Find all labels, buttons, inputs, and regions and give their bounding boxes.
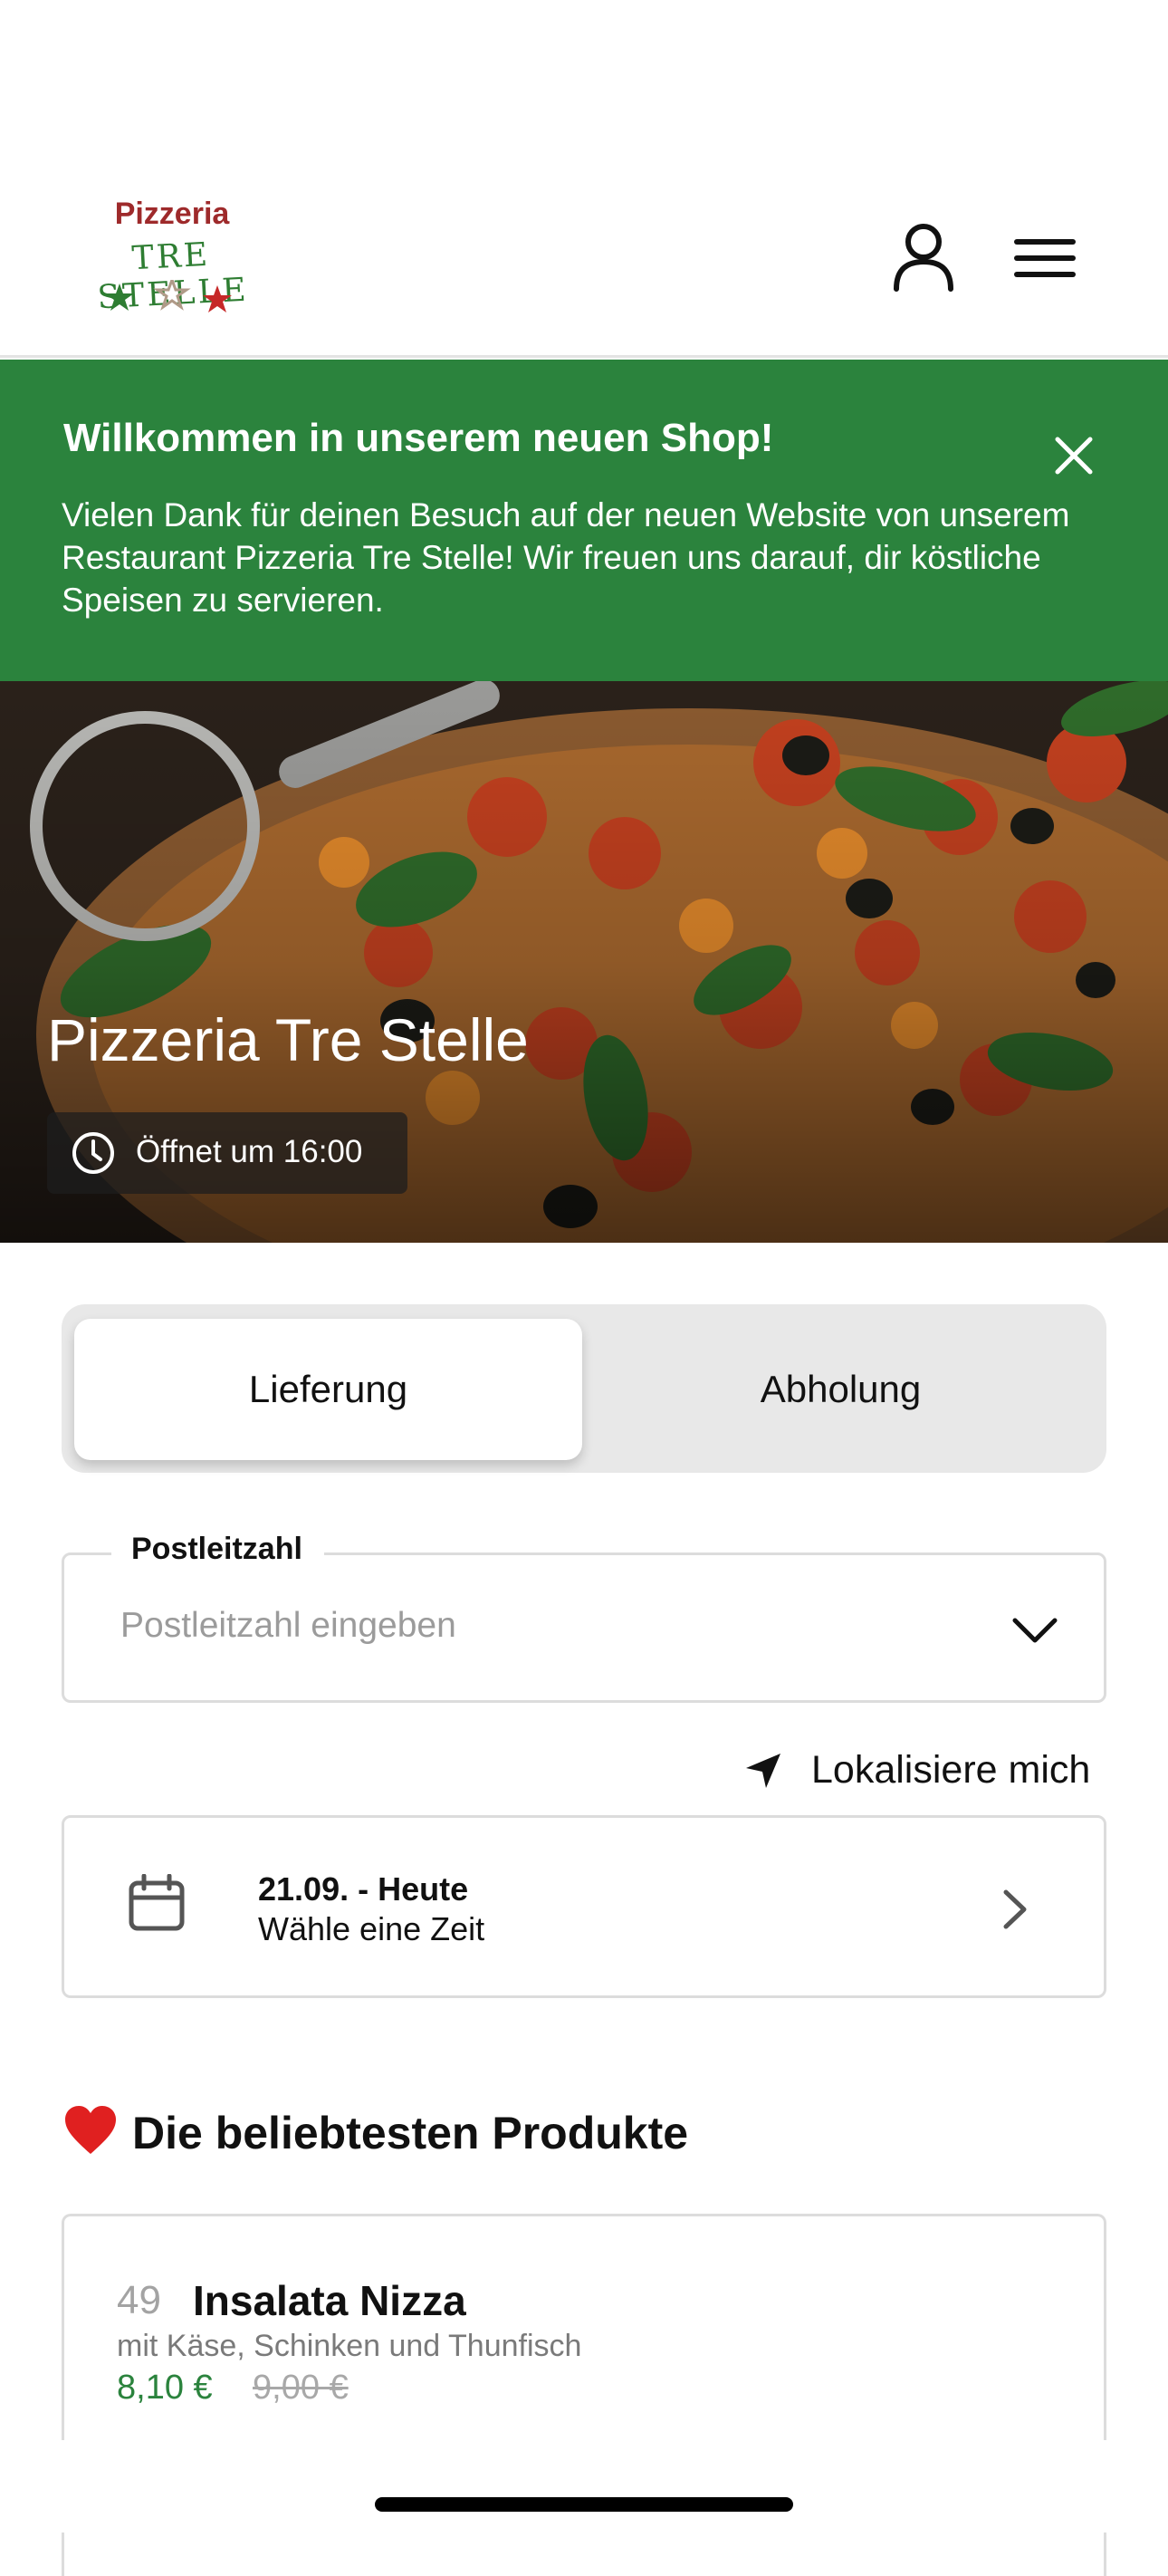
product-number: 49 bbox=[117, 2278, 161, 2322]
account-button[interactable] bbox=[887, 222, 960, 294]
clock-icon bbox=[72, 1132, 114, 1174]
pickup-option[interactable]: Abholung bbox=[587, 1319, 1095, 1460]
close-icon bbox=[1055, 437, 1093, 475]
user-icon bbox=[894, 224, 953, 292]
welcome-banner: Willkommen in unserem neuen Shop! Vielen… bbox=[0, 360, 1168, 681]
logo-stars-icon bbox=[105, 280, 232, 312]
logo[interactable]: Pizzeria TRE STELLE bbox=[81, 195, 263, 322]
chevron-down-icon[interactable] bbox=[1010, 1608, 1060, 1653]
product-name: Insalata Nizza bbox=[193, 2277, 466, 2324]
hero-image: Pizzeria Tre Stelle Öffnet um 16:00 bbox=[0, 681, 1168, 1243]
postal-code-input[interactable]: Postleitzahl eingeben bbox=[120, 1606, 456, 1646]
popular-products-title: Die beliebtesten Produkte bbox=[132, 2108, 689, 2158]
site-header: Pizzeria TRE STELLE bbox=[0, 0, 1168, 358]
locate-me-button[interactable]: Lokalisiere mich bbox=[742, 1741, 1106, 1804]
banner-title: Willkommen in unserem neuen Shop! bbox=[63, 416, 774, 460]
restaurant-name: Pizzeria Tre Stelle bbox=[47, 1006, 529, 1073]
product-description: mit Käse, Schinken und Thunfisch bbox=[117, 2329, 582, 2363]
product-old-price: 9,00 € bbox=[253, 2369, 349, 2407]
time-picker[interactable]: 21.09. - Heute Wähle eine Zeit bbox=[62, 1815, 1106, 1998]
choose-time-label: Wähle eine Zeit bbox=[258, 1910, 485, 1947]
location-arrow-icon bbox=[746, 1754, 780, 1788]
product-price: 8,10 € bbox=[117, 2369, 213, 2407]
heart-icon bbox=[65, 2106, 116, 2154]
chevron-right-icon bbox=[1003, 1889, 1027, 1929]
bottom-safe-area bbox=[0, 2440, 1168, 2533]
home-indicator[interactable] bbox=[375, 2497, 793, 2512]
menu-button[interactable] bbox=[1010, 231, 1082, 285]
locate-me-label: Lokalisiere mich bbox=[811, 1748, 1091, 1792]
postal-code-label: Postleitzahl bbox=[111, 1532, 324, 1567]
logo-wordmark: Pizzeria bbox=[114, 197, 230, 231]
opening-text: Öffnet um 16:00 bbox=[136, 1134, 363, 1169]
delivery-option[interactable]: Lieferung bbox=[74, 1319, 582, 1460]
calendar-icon bbox=[129, 1874, 185, 1931]
postal-code-field[interactable]: Postleitzahl Postleitzahl eingeben bbox=[62, 1532, 1106, 1703]
order-mode-toggle: Lieferung Abholung bbox=[62, 1304, 1106, 1473]
banner-close-button[interactable] bbox=[1048, 430, 1099, 481]
popular-products-heading: Die beliebtesten Produkte bbox=[63, 2105, 688, 2159]
opening-badge: Öffnet um 16:00 bbox=[47, 1112, 407, 1194]
banner-text: Vielen Dank für deinen Besuch auf der ne… bbox=[62, 496, 1070, 619]
selected-date: 21.09. - Heute bbox=[258, 1870, 469, 1908]
menu-icon bbox=[1014, 239, 1076, 277]
